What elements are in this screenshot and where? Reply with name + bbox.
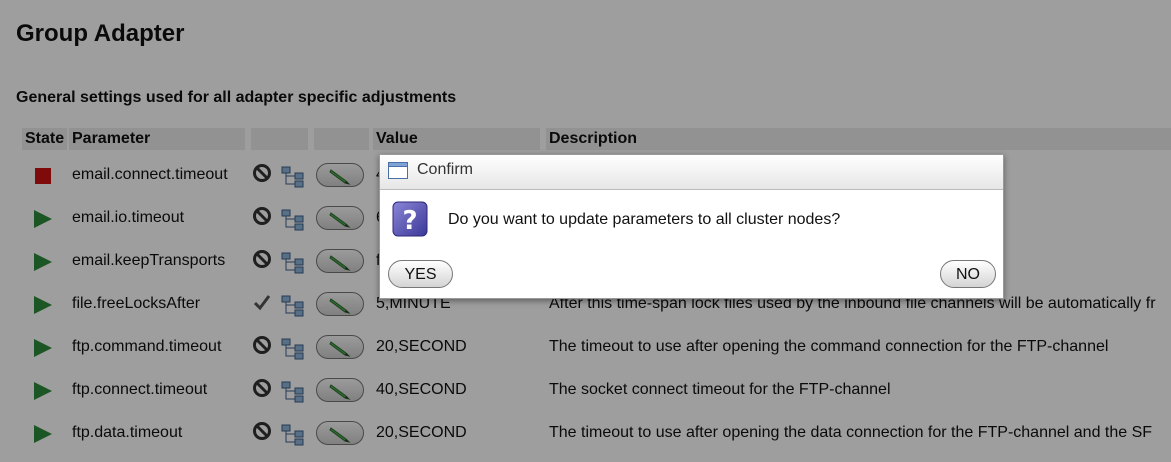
window-icon	[388, 162, 408, 179]
question-icon: ?	[392, 201, 428, 237]
dialog-titlebar: Confirm	[380, 155, 1003, 190]
no-button[interactable]: NO	[940, 260, 996, 288]
yes-button[interactable]: YES	[388, 260, 453, 288]
confirm-dialog: Confirm ? Do you want to update paramete…	[379, 154, 1004, 299]
dialog-message: Do you want to update parameters to all …	[448, 211, 841, 228]
svg-text:?: ?	[402, 206, 417, 236]
group-adapter-page: Group Adapter General settings used for …	[0, 0, 1171, 462]
dialog-title: Confirm	[417, 161, 474, 178]
